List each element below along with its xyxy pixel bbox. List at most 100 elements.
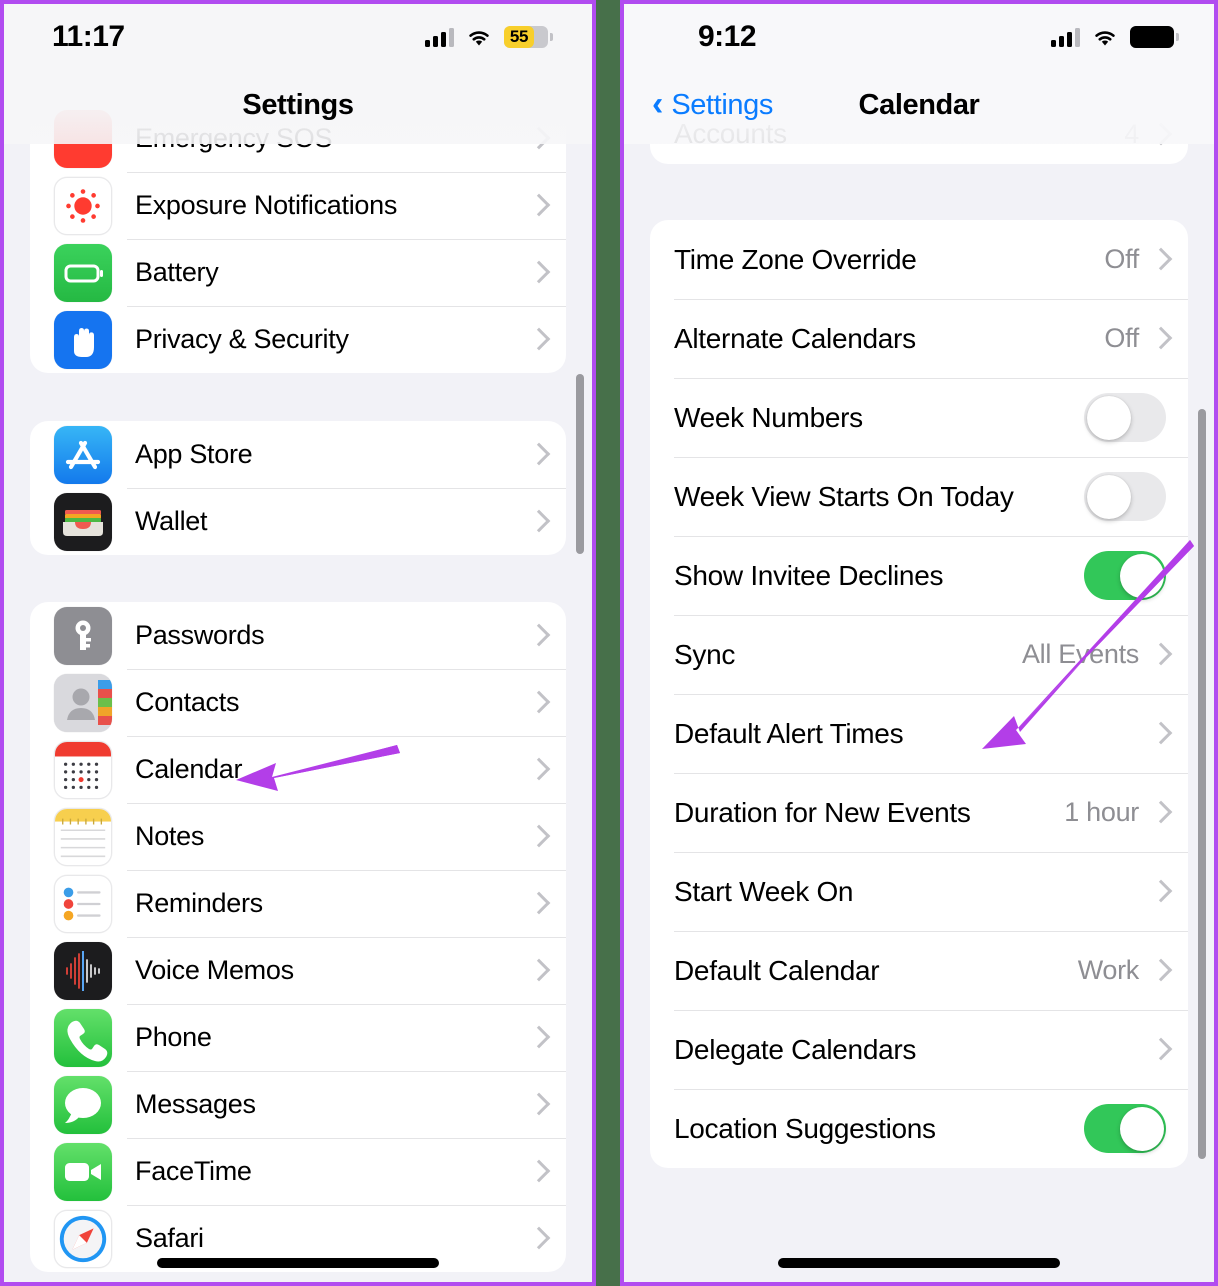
setting-label: Week Numbers: [674, 401, 863, 433]
sidebar-item-label: Calendar: [135, 754, 243, 784]
show-invitee-declines-toggle[interactable]: [1084, 551, 1166, 600]
screenshot-stage: Emergency SOS Exposure Notifications Bat…: [0, 0, 1218, 1286]
vertical-scrollbar[interactable]: [1198, 409, 1206, 1159]
settings-group-system: Emergency SOS Exposure Notifications Bat…: [30, 105, 566, 373]
passwords-icon: [54, 606, 112, 665]
battery-fill: [1130, 26, 1174, 48]
sidebar-item-wallet[interactable]: Wallet: [30, 488, 566, 555]
sidebar-item-label: Privacy & Security: [135, 324, 349, 354]
sidebar-item-privacy-security[interactable]: Privacy & Security: [30, 306, 566, 373]
cellular-bars-icon: [1051, 27, 1080, 47]
sidebar-item-exposure-notifications[interactable]: Exposure Notifications: [30, 172, 566, 239]
location-suggestions-toggle[interactable]: [1084, 1104, 1166, 1153]
setting-row-week-view-starts-on-today[interactable]: Week View Starts On Today: [650, 457, 1188, 536]
sidebar-item-notes[interactable]: Notes: [30, 803, 566, 870]
sidebar-item-contacts[interactable]: Contacts: [30, 669, 566, 736]
vertical-scrollbar[interactable]: [576, 374, 584, 554]
sidebar-item-calendar[interactable]: Calendar: [30, 736, 566, 803]
chevron-right-icon: [1153, 327, 1166, 350]
setting-row-time-zone-override[interactable]: Time Zone Override Off: [650, 220, 1188, 299]
app-store-icon: [54, 425, 112, 484]
safari-icon: [54, 1209, 112, 1268]
chevron-right-icon: [531, 758, 544, 781]
sidebar-item-phone[interactable]: Phone: [30, 1004, 566, 1071]
battery-status-icon: [1130, 26, 1179, 48]
left-phone-panel: Emergency SOS Exposure Notifications Bat…: [0, 0, 596, 1286]
setting-value: Off: [1104, 244, 1139, 274]
sidebar-item-label: Voice Memos: [135, 955, 294, 985]
chevron-left-icon: ‹: [652, 84, 664, 123]
sidebar-item-messages[interactable]: Messages: [30, 1071, 566, 1138]
sidebar-item-label: App Store: [135, 439, 253, 469]
status-time: 11:17: [52, 20, 125, 53]
nav-bar: Settings: [4, 70, 592, 140]
battery-percent: 55: [509, 27, 529, 46]
setting-label: Location Suggestions: [674, 1112, 936, 1144]
setting-label: Default Alert Times: [674, 717, 904, 749]
notes-icon: [54, 807, 112, 866]
chevron-right-icon: [1153, 880, 1166, 903]
battery-status-icon: 55: [504, 26, 553, 48]
back-button[interactable]: ‹ Settings: [652, 84, 773, 123]
toggle-knob: [1086, 474, 1131, 519]
toggle-knob: [1119, 1106, 1164, 1151]
calendar-settings-scroll-content[interactable]: Accounts 4 Time Zone Override Off Altern…: [624, 4, 1214, 1282]
right-phone-panel: Accounts 4 Time Zone Override Off Altern…: [620, 0, 1218, 1286]
sidebar-item-voice-memos[interactable]: Voice Memos: [30, 937, 566, 1004]
sidebar-item-label: Passwords: [135, 620, 265, 650]
sidebar-item-battery[interactable]: Battery: [30, 239, 566, 306]
right-phone-screen: Accounts 4 Time Zone Override Off Altern…: [624, 4, 1214, 1282]
sidebar-item-app-store[interactable]: App Store: [30, 421, 566, 488]
messages-icon: [54, 1075, 112, 1134]
chevron-right-icon: [1153, 643, 1166, 666]
setting-row-duration-for-new-events[interactable]: Duration for New Events 1 hour: [650, 773, 1188, 852]
chevron-right-icon: [1153, 1038, 1166, 1061]
setting-label: Default Calendar: [674, 954, 880, 986]
right-header: 9:12 ‹ Settings Calendar: [624, 4, 1214, 140]
setting-row-week-numbers[interactable]: Week Numbers: [650, 378, 1188, 457]
setting-row-location-suggestions[interactable]: Location Suggestions: [650, 1089, 1188, 1168]
reminders-icon: [54, 874, 112, 933]
chevron-right-icon: [531, 261, 544, 284]
calendar-icon: [54, 740, 112, 799]
calendar-group-options: Time Zone Override Off Alternate Calenda…: [650, 220, 1188, 1168]
chevron-right-icon: [1153, 801, 1166, 824]
facetime-icon: [54, 1142, 112, 1201]
chevron-right-icon: [531, 1227, 544, 1250]
sidebar-item-passwords[interactable]: Passwords: [30, 602, 566, 669]
setting-value: All Events: [1021, 639, 1139, 669]
nav-bar: ‹ Settings Calendar: [624, 70, 1214, 140]
toggle-knob: [1086, 395, 1131, 440]
setting-value: Work: [1077, 955, 1140, 985]
setting-label: Start Week On: [674, 875, 854, 907]
home-indicator: [778, 1258, 1060, 1268]
chevron-right-icon: [531, 959, 544, 982]
sidebar-item-reminders[interactable]: Reminders: [30, 870, 566, 937]
sidebar-item-label: Wallet: [135, 506, 208, 536]
setting-row-default-alert-times[interactable]: Default Alert Times: [650, 694, 1188, 773]
chevron-right-icon: [1153, 959, 1166, 982]
chevron-right-icon: [531, 892, 544, 915]
privacy-security-icon: [54, 310, 112, 369]
chevron-right-icon: [531, 510, 544, 533]
wallet-icon: [54, 492, 112, 551]
chevron-right-icon: [531, 624, 544, 647]
chevron-right-icon: [531, 1026, 544, 1049]
chevron-right-icon: [531, 691, 544, 714]
setting-row-alternate-calendars[interactable]: Alternate Calendars Off: [650, 299, 1188, 378]
back-button-label: Settings: [671, 88, 773, 121]
setting-row-default-calendar[interactable]: Default Calendar Work: [650, 931, 1188, 1010]
status-indicators: [1051, 26, 1179, 48]
setting-row-start-week-on[interactable]: Start Week On: [650, 852, 1188, 931]
setting-row-show-invitee-declines[interactable]: Show Invitee Declines: [650, 536, 1188, 615]
sidebar-item-label: Notes: [135, 821, 205, 851]
sidebar-item-facetime[interactable]: FaceTime: [30, 1138, 566, 1205]
settings-scroll-content[interactable]: Emergency SOS Exposure Notifications Bat…: [4, 4, 592, 1282]
week-view-starts-on-today-toggle[interactable]: [1084, 472, 1166, 521]
sidebar-item-label: Battery: [135, 257, 219, 287]
setting-row-delegate-calendars[interactable]: Delegate Calendars: [650, 1010, 1188, 1089]
wifi-icon: [1092, 28, 1118, 47]
setting-row-sync[interactable]: Sync All Events: [650, 615, 1188, 694]
panel-divider: [596, 0, 620, 1286]
week-numbers-toggle[interactable]: [1084, 393, 1166, 442]
